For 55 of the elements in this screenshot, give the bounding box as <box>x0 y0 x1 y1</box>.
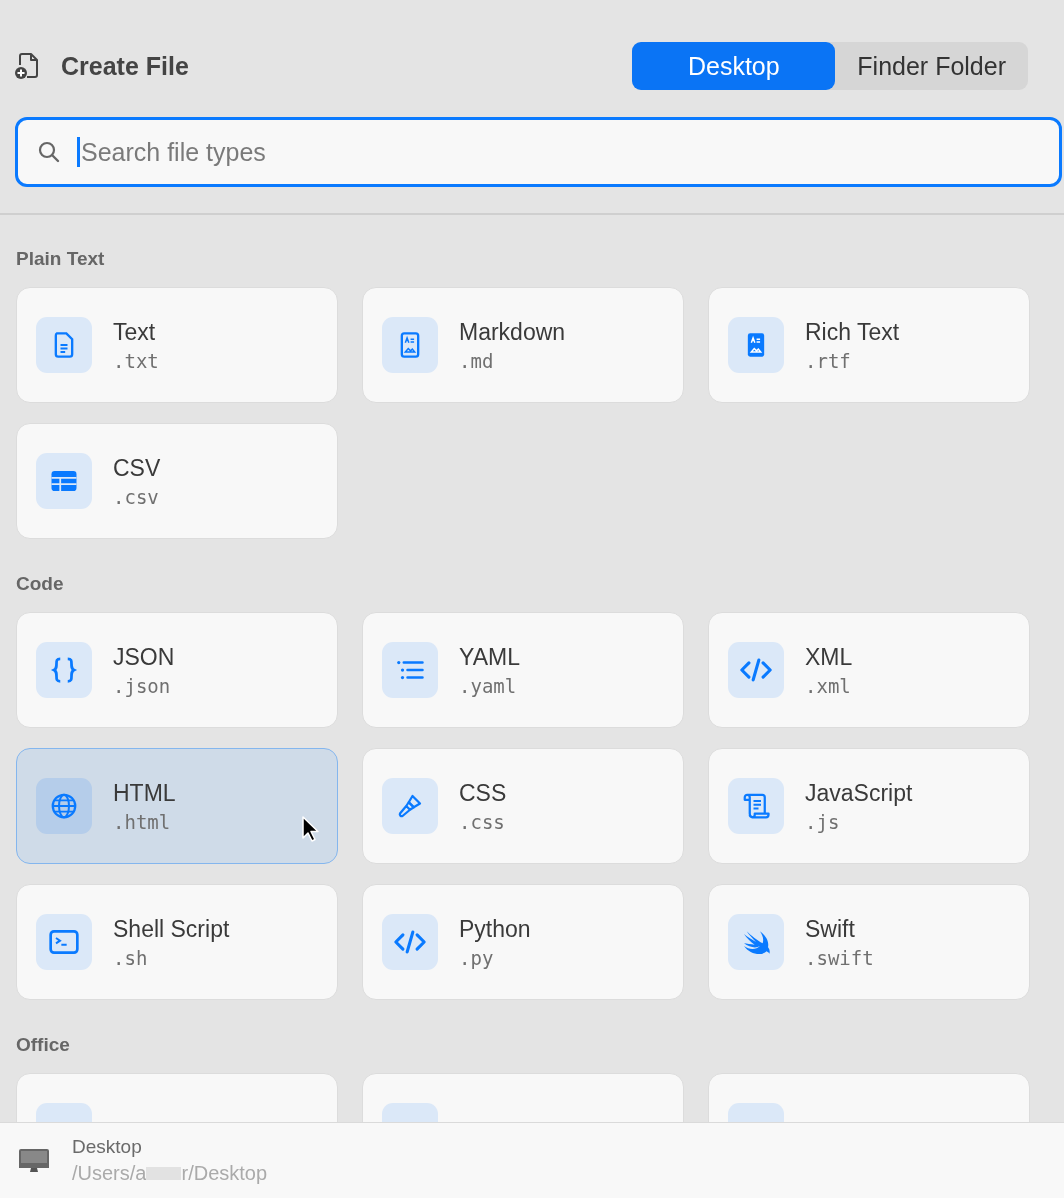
search-icon <box>37 140 61 164</box>
scroll-icon <box>741 791 771 821</box>
file-type-name: HTML <box>113 779 176 807</box>
file-extension: .json <box>113 674 172 697</box>
location-path: /Users/a <box>72 1162 147 1185</box>
file-type-name: JavaScript <box>805 779 913 807</box>
file-type-card[interactable]: Shell Script .sh <box>16 884 338 1000</box>
file-type-card[interactable]: CSV .csv <box>16 423 338 539</box>
file-extension: .py <box>459 946 495 969</box>
file-type-name: Text <box>113 318 157 346</box>
file-type-name: Python <box>459 915 531 943</box>
file-extension: .js <box>805 810 841 833</box>
file-type-name: Shell Script <box>113 915 230 943</box>
file-type-name: JSON <box>113 643 175 671</box>
file-type-card[interactable]: JSON .json <box>16 612 338 728</box>
section-heading: Plain Text <box>16 248 106 270</box>
braces-icon <box>49 655 79 685</box>
section-heading: Office <box>16 1034 71 1056</box>
file-type-card[interactable]: Markdown .md <box>362 287 684 403</box>
file-type-card[interactable]: Rich Text .rtf <box>708 287 1030 403</box>
pointer-icon <box>301 815 321 843</box>
file-type-card[interactable]: HTML .html <box>16 748 338 864</box>
file-extension: .yaml <box>459 674 518 697</box>
file-extension: .csv <box>113 485 160 508</box>
file-type-card[interactable]: XML .xml <box>708 612 1030 728</box>
file-extension: .xml <box>805 674 852 697</box>
file-type-card[interactable]: YAML .yaml <box>362 612 684 728</box>
location-name: Desktop <box>72 1136 143 1158</box>
file-extension: .sh <box>113 946 149 969</box>
file-type-name: CSS <box>459 779 507 807</box>
file-extension: .rtf <box>805 349 852 372</box>
file-type-name: Rich Text <box>805 318 900 346</box>
location-tab[interactable]: Finder Folder <box>835 42 1028 90</box>
file-type-name: Swift <box>805 915 856 943</box>
file-extension: .md <box>459 349 495 372</box>
location-tab[interactable]: Desktop <box>632 42 836 90</box>
globe-icon <box>49 791 79 821</box>
location-path: r/Desktop <box>181 1162 268 1185</box>
file-type-card[interactable]: Swift .swift <box>708 884 1030 1000</box>
file-extension: .html <box>113 810 172 833</box>
text-cursor <box>77 137 80 167</box>
file-extension: .txt <box>113 349 159 372</box>
file-type-name: CSV <box>113 454 161 482</box>
file-type-name: YAML <box>459 643 520 671</box>
window-title: Create File <box>61 51 189 81</box>
file-type-card[interactable]: Python .py <box>362 884 684 1000</box>
file-type-card[interactable]: CSS .css <box>362 748 684 864</box>
section-heading: Code <box>16 573 65 595</box>
file-extension: .swift <box>805 946 874 969</box>
file-type-card[interactable]: Text .txt <box>16 287 338 403</box>
search-field[interactable]: Search file types <box>15 117 1062 187</box>
file-type-card[interactable]: JavaScript .js <box>708 748 1030 864</box>
file-type-name: Markdown <box>459 318 566 346</box>
file-extension: .css <box>459 810 506 833</box>
file-type-name: XML <box>805 643 853 671</box>
